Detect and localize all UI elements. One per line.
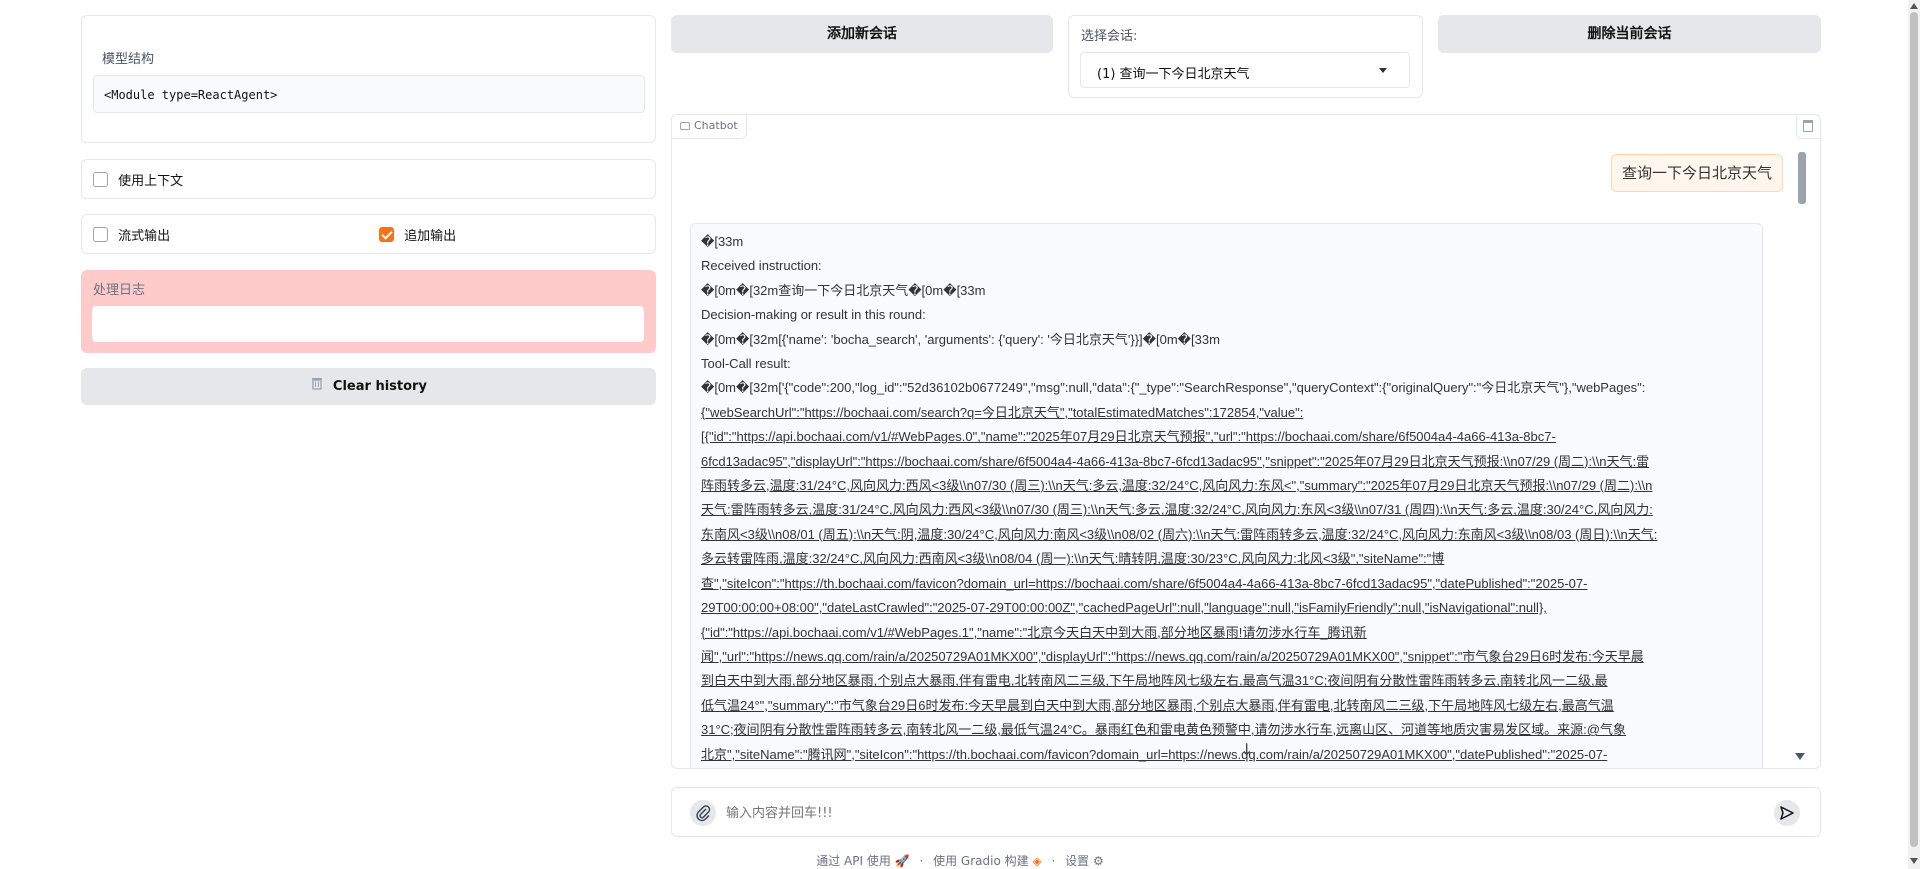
bot-message-line: 东南风<3级\\n08/01 (周五):\\n天气:阴,温度:30/24°C,风…: [701, 526, 1658, 542]
user-message-bubble: 查询一下今日北京天气: [1610, 154, 1783, 192]
append-output-checkbox[interactable]: 追加输出: [379, 225, 456, 244]
bot-message-line: {"webSearchUrl":"https://bochaai.com/sea…: [701, 404, 1304, 420]
bot-message-line: �[33m: [701, 234, 744, 249]
session-select-label: 选择会话:: [1081, 29, 1138, 44]
use-context-box[interactable]: [93, 172, 108, 187]
use-context-panel: 使用上下文: [81, 159, 656, 199]
use-context-label: 使用上下文: [118, 174, 184, 189]
bot-message-line: [{"id":"https://api.bochaai.com/v1/#WebP…: [701, 429, 1556, 445]
chatbot-clear-button[interactable]: [1796, 115, 1820, 139]
send-icon: [1780, 806, 1794, 820]
output-options-panel: 流式输出 追加输出: [81, 214, 656, 254]
append-output-box[interactable]: [379, 227, 394, 242]
footer-separator: ·: [1051, 854, 1056, 868]
scroll-down-arrow-icon[interactable]: [1795, 753, 1805, 760]
chatbot-title: Chatbot: [694, 119, 738, 132]
session-select-dropdown[interactable]: (1) 查询一下今日北京天气: [1080, 52, 1410, 88]
append-output-label: 追加输出: [404, 229, 457, 244]
bot-message-line: 天气:雷阵雨转多云,温度:31/24°C,风向风力:西风<3级\\n07/30 …: [701, 502, 1653, 518]
page-scroll-thumb[interactable]: [1910, 12, 1918, 847]
stream-output-checkbox[interactable]: 流式输出: [93, 225, 170, 244]
bot-message-line: 31°C;夜间阴有分散性雷阵雨转多云,南转北风一二级,最低气温24°C。暴雨红色…: [701, 722, 1626, 738]
bot-message-line: {"id":"https://api.bochaai.com/v1/#WebPa…: [701, 624, 1367, 640]
bot-message-text: �[33m Received instruction: �[0m�[32m查询一下今…: [701, 230, 1752, 767]
bot-message-line: Tool-Call result:: [701, 356, 791, 372]
settings-link[interactable]: 设置 ⚙: [1065, 854, 1104, 868]
scroll-down-arrow-icon[interactable]: [1910, 858, 1918, 864]
chat-input[interactable]: [726, 800, 1726, 826]
attach-button[interactable]: [690, 800, 716, 826]
bot-message-line: 到白天中到大雨,部分地区暴雨,个别点大暴雨,伴有雷电,北转南风二三级,下午局地阵…: [701, 673, 1608, 689]
chatbot-scrollbar[interactable]: [1798, 137, 1806, 747]
gear-icon: ⚙: [1093, 854, 1104, 868]
footer: 通过 API 使用 🚀 · 使用 Gradio 构建 ◈ · 设置 ⚙: [0, 852, 1920, 869]
clear-history-button[interactable]: Clear history: [81, 368, 656, 405]
page-scrollbar[interactable]: [1908, 0, 1920, 869]
gradio-link-label: 使用 Gradio 构建: [933, 854, 1029, 868]
model-structure-value: <Module type=ReactAgent>: [93, 75, 645, 113]
scroll-to-bottom-icon[interactable]: ↓: [1240, 740, 1253, 759]
add-session-button[interactable]: 添加新会话: [671, 15, 1053, 53]
rocket-icon: 🚀: [894, 854, 910, 868]
process-log-panel: 处理日志: [81, 270, 656, 353]
user-message-text: 查询一下今日北京天气: [1621, 164, 1772, 182]
chat-bubble-icon: [680, 122, 690, 130]
bot-message-line: 6fcd13adac95","displayUrl":"https://boch…: [701, 453, 1650, 469]
bot-message-line: Received instruction:: [701, 258, 822, 274]
bot-message-line: 29T00:00:00+08:00","dateLastCrawled":"20…: [701, 600, 1547, 616]
scroll-up-arrow-icon[interactable]: [1910, 3, 1918, 9]
session-select-value: (1) 查询一下今日北京天气: [1097, 67, 1250, 82]
bot-message-line: 闻","url":"https://news.qq.com/rain/a/202…: [701, 648, 1644, 664]
trash-icon: [1803, 120, 1813, 132]
chat-input-panel: [671, 787, 1821, 837]
model-structure-label: 模型结构: [102, 52, 155, 67]
send-button[interactable]: [1774, 800, 1800, 826]
bot-message-line: 查","siteIcon":"https://th.bochaai.com/fa…: [701, 575, 1588, 591]
chatbot-panel: Chatbot 查询一下今日北京天气 �[33m Received instruc…: [671, 114, 1821, 769]
api-link-label: 通过 API 使用: [816, 854, 891, 868]
trash-icon: [310, 369, 324, 404]
bot-message-line: �[0m�[32m查询一下今日北京天气�[0m�[33m: [701, 282, 986, 298]
bot-message-line: �[0m�[32m[{'name': 'bocha_search', 'argu…: [701, 331, 1220, 347]
delete-session-button[interactable]: 删除当前会话: [1438, 15, 1821, 53]
bot-message-line: 北京","siteName":"腾讯网","siteIcon":"https:/…: [701, 746, 1608, 762]
api-link[interactable]: 通过 API 使用 🚀: [816, 854, 909, 868]
bot-message-bubble: �[33m Received instruction: �[0m�[32m查询一下今…: [690, 223, 1763, 768]
footer-separator: ·: [919, 854, 924, 868]
chatbot-scroll-thumb[interactable]: [1798, 152, 1806, 204]
gradio-logo-icon: ◈: [1032, 854, 1042, 868]
session-select-panel: 选择会话: (1) 查询一下今日北京天气: [1068, 15, 1423, 98]
gradio-link[interactable]: 使用 Gradio 构建 ◈: [933, 854, 1042, 868]
bot-message-line: 多云转雷阵雨,温度:32/24°C,风向风力:西南风<3级\\n08/04 (周…: [701, 551, 1445, 567]
stream-output-label: 流式输出: [118, 229, 171, 244]
bot-message-line: 低气温24°","summary":"市气象台29日6时发布:今天早晨到白天中到…: [701, 697, 1614, 713]
stream-output-box[interactable]: [93, 227, 108, 242]
bot-message-line: Decision-making or result in this round:: [701, 307, 926, 323]
chevron-down-icon: [1379, 68, 1387, 73]
paperclip-icon: [696, 805, 711, 822]
process-log-field[interactable]: [92, 306, 644, 342]
bot-message-line: 阵雨转多云,温度:31/24°C,风向风力:西风<3级\\n07/30 (周三)…: [701, 478, 1653, 494]
use-context-checkbox[interactable]: 使用上下文: [93, 170, 183, 189]
settings-link-label: 设置: [1065, 854, 1090, 868]
process-log-label: 处理日志: [93, 283, 146, 298]
model-structure-panel: 模型结构 <Module type=ReactAgent>: [81, 15, 656, 143]
bot-message-line: �[0m�[32m['{"code":200,"log_id":"52d3610…: [701, 380, 1646, 396]
chatbot-header: Chatbot: [672, 115, 747, 139]
clear-history-label: Clear history: [332, 379, 427, 394]
